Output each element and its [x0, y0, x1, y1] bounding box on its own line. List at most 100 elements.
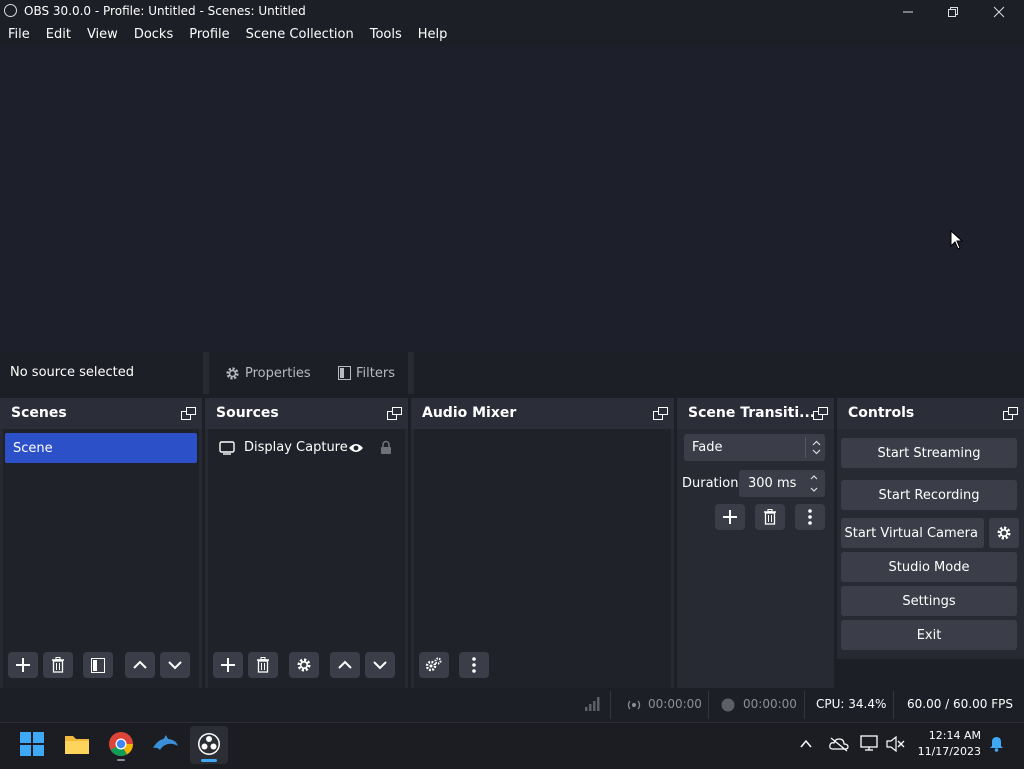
- chrome-icon: [109, 732, 133, 757]
- dolphin-button[interactable]: [150, 729, 180, 759]
- source-item[interactable]: Display Capture: [210, 433, 404, 463]
- move-source-down-button[interactable]: [365, 652, 395, 678]
- menu-edit[interactable]: Edit: [38, 24, 79, 46]
- volume-muted-icon[interactable]: [886, 736, 906, 752]
- eye-icon[interactable]: [348, 442, 364, 454]
- windows-start-button[interactable]: [17, 729, 47, 759]
- undock-icon[interactable]: [1003, 407, 1018, 420]
- gears-icon: [425, 657, 442, 672]
- dolphin-icon: [153, 735, 178, 750]
- start-recording-button[interactable]: Start Recording: [841, 480, 1017, 510]
- menu-file[interactable]: File: [0, 24, 38, 46]
- menu-view[interactable]: View: [79, 24, 126, 46]
- kebab-menu-icon: [808, 509, 812, 525]
- obs-button[interactable]: [194, 729, 224, 759]
- up-down-arrows-icon: [812, 440, 821, 455]
- plus-icon: [221, 658, 235, 672]
- audio-menu-button[interactable]: [459, 652, 489, 678]
- obs-icon: [198, 733, 220, 755]
- trash-icon: [52, 657, 64, 673]
- select-divider: [805, 437, 806, 458]
- start-streaming-button[interactable]: Start Streaming: [841, 438, 1017, 468]
- dock-header: Scene Transiti...: [677, 398, 834, 429]
- undock-icon[interactable]: [653, 407, 668, 420]
- running-indicator: [117, 759, 125, 761]
- remove-transition-button[interactable]: [755, 504, 785, 530]
- remove-source-button[interactable]: [248, 652, 278, 678]
- remove-scene-button[interactable]: [43, 652, 73, 678]
- start-virtual-camera-button[interactable]: Start Virtual Camera: [841, 518, 984, 548]
- dock-header: Scenes: [0, 398, 202, 429]
- chevron-up-icon[interactable]: [800, 739, 812, 749]
- monitor-icon: [219, 441, 235, 455]
- audio-mixer-dock: Audio Mixer: [411, 398, 674, 688]
- start-virtual-camera-label: Start Virtual Camera: [844, 525, 978, 541]
- source-name: Display Capture: [244, 440, 348, 455]
- kebab-menu-icon: [472, 657, 476, 673]
- clock-date[interactable]: 11/17/2023: [915, 745, 981, 758]
- studio-mode-button[interactable]: Studio Mode: [841, 552, 1017, 582]
- stream-time: 00:00:00: [648, 697, 702, 711]
- add-scene-button[interactable]: [8, 652, 38, 678]
- filters-label: Filters: [356, 365, 395, 381]
- scenes-dock: Scenes Scene: [0, 398, 202, 688]
- menu-scene-collection[interactable]: Scene Collection: [238, 24, 362, 46]
- transition-selected: Fade: [692, 440, 723, 455]
- menu-help[interactable]: Help: [410, 24, 456, 46]
- filter-icon: [91, 657, 105, 673]
- add-transition-button[interactable]: [715, 504, 745, 530]
- source-properties-button[interactable]: [289, 652, 319, 678]
- network-icon[interactable]: [860, 735, 880, 752]
- lock-icon[interactable]: [380, 440, 392, 455]
- mouse-cursor-icon: [950, 230, 964, 250]
- close-button[interactable]: [976, 0, 1022, 24]
- transition-menu-button[interactable]: [795, 504, 825, 530]
- context-divider: [203, 352, 209, 394]
- trash-icon: [764, 509, 776, 525]
- file-explorer-button[interactable]: [62, 729, 92, 759]
- controls-dock: Controls Start Streaming Start Recording…: [837, 398, 1024, 659]
- preview-canvas[interactable]: [0, 46, 1024, 352]
- properties-button[interactable]: Properties: [225, 362, 311, 384]
- menu-bar: File Edit View Docks Profile Scene Colle…: [0, 24, 1024, 46]
- cloud-offline-icon[interactable]: [829, 736, 849, 752]
- chevron-down-icon: [373, 661, 387, 670]
- chrome-button[interactable]: [106, 729, 136, 759]
- virtual-camera-settings-button[interactable]: [989, 518, 1019, 548]
- obs-logo-icon: [4, 4, 17, 17]
- undock-icon[interactable]: [181, 407, 196, 420]
- undock-icon[interactable]: [387, 407, 402, 420]
- scene-filters-button[interactable]: [83, 652, 113, 678]
- duration-label: Duration: [682, 476, 739, 491]
- audio-settings-button[interactable]: [419, 652, 449, 678]
- spin-arrows-icon[interactable]: [809, 473, 819, 494]
- dock-header: Controls: [837, 398, 1024, 429]
- move-scene-up-button[interactable]: [125, 652, 155, 678]
- undock-icon[interactable]: [813, 407, 828, 420]
- settings-button[interactable]: Settings: [841, 586, 1017, 616]
- notification-bell-icon[interactable]: [989, 736, 1004, 752]
- move-source-up-button[interactable]: [330, 652, 360, 678]
- filter-icon: [338, 366, 351, 380]
- menu-tools[interactable]: Tools: [362, 24, 410, 46]
- menu-docks[interactable]: Docks: [126, 24, 181, 46]
- status-divider: [893, 691, 894, 719]
- clock-time[interactable]: 12:14 AM: [924, 729, 981, 742]
- exit-button[interactable]: Exit: [841, 620, 1017, 650]
- status-divider: [610, 691, 611, 719]
- properties-label: Properties: [245, 365, 311, 381]
- status-divider: [804, 691, 805, 719]
- fps-readout: 60.00 / 60.00 FPS: [907, 697, 1013, 711]
- move-scene-down-button[interactable]: [160, 652, 190, 678]
- trash-icon: [257, 657, 269, 673]
- transition-select[interactable]: Fade: [684, 434, 825, 461]
- controls-title: Controls: [848, 405, 915, 421]
- filters-button[interactable]: Filters: [338, 362, 395, 384]
- duration-value: 300 ms: [748, 476, 797, 491]
- duration-spinbox[interactable]: 300 ms: [739, 470, 825, 497]
- add-source-button[interactable]: [213, 652, 243, 678]
- minimize-button[interactable]: [885, 0, 931, 24]
- menu-profile[interactable]: Profile: [181, 24, 237, 46]
- scene-item[interactable]: Scene: [5, 433, 197, 463]
- maximize-button[interactable]: [930, 0, 976, 24]
